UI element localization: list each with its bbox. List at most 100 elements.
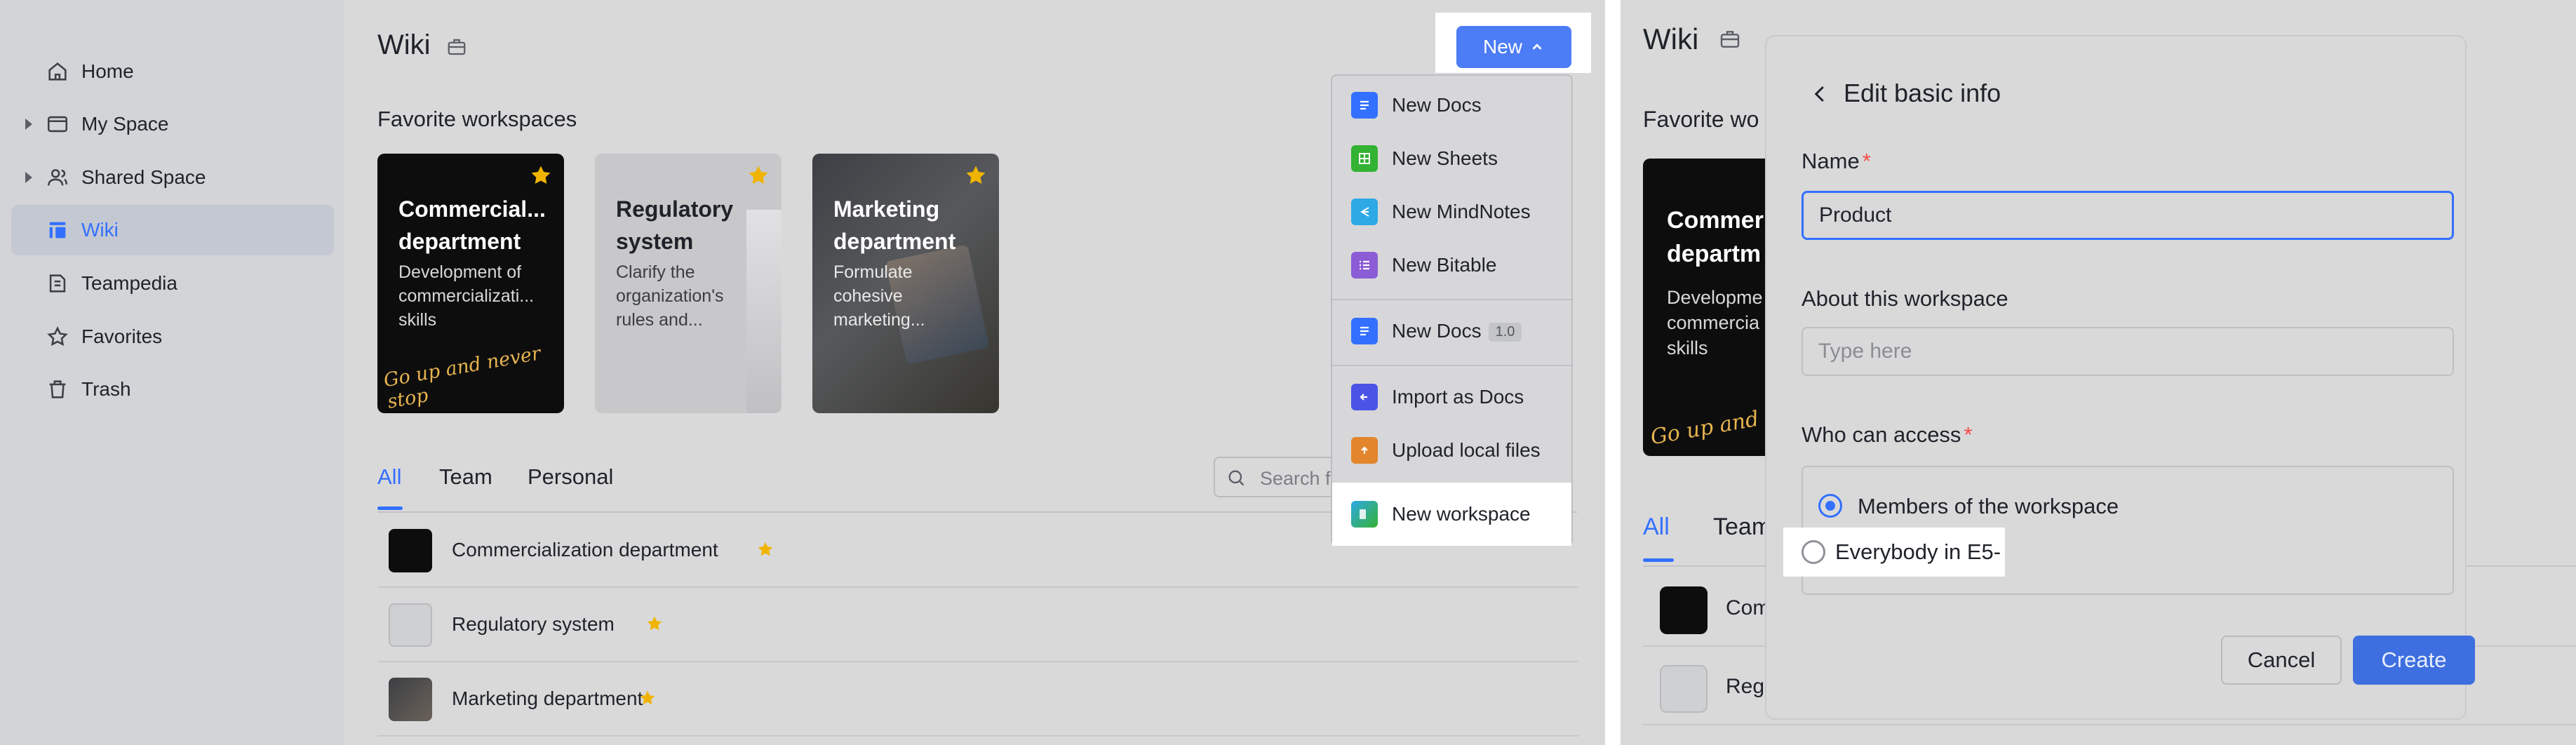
expand-caret-icon[interactable] [25,119,32,130]
card-description: Development of commercializati... skills [398,262,535,330]
star-icon[interactable] [638,689,657,707]
sidebar-item-label: Shared Space [81,166,206,188]
upload-icon [1351,437,1378,464]
tab-all[interactable]: All [1643,514,1670,541]
radio-everybody[interactable] [1802,540,1825,564]
sidebar-item-label: Wiki [81,219,119,241]
menu-item-label: New workspace [1392,503,1531,525]
workspace-icon [1351,501,1378,528]
menu-item-label: New Sheets [1392,147,1498,169]
row-name: Commercialization department [452,539,718,561]
favorites-section-title: Favorite workspaces [377,107,577,131]
back-arrow-icon[interactable] [1810,80,1831,108]
chevron-up-icon [1532,43,1542,50]
radio-members-of-workspace[interactable] [1818,494,1842,518]
option-highlight: Everybody in E5- [1783,528,2005,577]
option-label: Everybody in E5- [1835,539,2001,564]
about-label: About this workspace [1802,286,2008,311]
row-name: Marketing department [452,687,643,709]
new-button-highlight: New [1435,13,1591,73]
workspace-card-commercialization[interactable]: Commercial... department Development of co… [377,154,564,413]
menu-item-new-mindnotes[interactable]: New MindNotes [1332,185,1571,239]
search-placeholder: Search f [1260,468,1331,489]
menu-item-label: Upload local files [1392,439,1541,461]
row-name: Com [1726,596,1771,619]
edit-workspace-screen: Wiki Favorite wo Commer departm Developme… [1621,0,2576,745]
workspace-card-regulatory[interactable]: Regulatory system Clarify the organization… [595,154,781,413]
star-icon[interactable] [529,163,553,187]
sidebar-item-label: My Space [81,113,169,135]
sidebar-item-teampedia[interactable]: Teampedia [11,258,334,309]
new-dropdown-menu: New Docs New Sheets New MindNotes New Bi… [1331,74,1573,546]
about-field[interactable]: Type here [1802,327,2454,376]
briefcase-icon[interactable] [446,36,467,58]
card-cover-scribble: Go up and never stop [382,342,543,413]
version-badge: 1.0 [1488,323,1522,342]
card-description: Developme commercia skills [1667,287,1763,358]
menu-item-label: New Bitable [1392,254,1497,276]
name-label: Name * [1802,149,1871,173]
name-field[interactable]: Product [1802,191,2454,240]
sidebar-item-label: Favorites [81,325,163,347]
menu-item-label: New Docs 1.0 [1392,320,1522,342]
menu-item-import-as-docs[interactable]: Import as Docs [1332,370,1571,424]
workspace-thumbnail [389,603,432,647]
active-tab-indicator [377,506,403,510]
sidebar-item-trash[interactable]: Trash [11,364,334,415]
page-title: Wiki [377,29,431,60]
mindnotes-icon [1351,199,1378,225]
menu-divider [1332,365,1571,366]
expand-caret-icon[interactable] [25,172,32,183]
workspace-thumbnail [1660,665,1708,713]
menu-item-label: New MindNotes [1392,201,1531,222]
docs-icon [1351,92,1378,119]
menu-item-new-bitable[interactable]: New Bitable [1332,239,1571,292]
option-label: Members of the workspace [1858,494,2119,518]
wiki-app-screen: Home My Space Shared Space Wiki Teampedi… [0,0,1605,745]
create-button[interactable]: Create [2353,636,2475,685]
sheets-icon [1351,145,1378,172]
card-title: Regulatory system [616,196,734,254]
new-button-label: New [1482,36,1522,58]
import-icon [1351,384,1378,410]
card-title: Commercial... department [398,196,546,254]
home-icon [45,59,70,84]
sidebar-item-label: Trash [81,378,131,400]
tab-team[interactable]: Team [1713,514,1771,541]
tab-all[interactable]: All [377,464,401,490]
briefcase-icon[interactable] [1719,28,1741,51]
menu-item-upload-local-files[interactable]: Upload local files [1332,424,1571,477]
sidebar-item-shared-space[interactable]: Shared Space [11,152,334,203]
sidebar-item-home[interactable]: Home [11,46,334,97]
page-title: Wiki [1643,22,1699,55]
table-row[interactable]: Regulatory system [377,588,1578,662]
star-icon[interactable] [746,163,770,187]
sidebar-item-favorites[interactable]: Favorites [11,311,334,362]
tab-team[interactable]: Team [439,464,492,490]
docs-icon [1351,318,1378,344]
tab-personal[interactable]: Personal [528,464,613,490]
workspace-card-marketing[interactable]: Marketing department Formulate cohesive mar… [812,154,999,413]
sidebar-item-wiki[interactable]: Wiki [11,205,334,255]
star-icon[interactable] [756,540,774,558]
star-icon[interactable] [645,615,664,633]
cancel-button[interactable]: Cancel [2221,636,2342,685]
table-row[interactable]: Marketing department [377,662,1578,737]
card-description: Formulate cohesive marketing... [833,262,925,330]
trash-icon [45,377,70,402]
sidebar-item-my-space[interactable]: My Space [11,99,334,149]
sidebar-item-label: Teampedia [81,272,177,294]
workspace-thumbnail [1660,586,1708,634]
star-icon[interactable] [964,163,988,187]
menu-item-new-docs-1-0[interactable]: New Docs 1.0 [1332,304,1571,358]
access-label: Who can access * [1802,422,1973,447]
menu-item-new-docs[interactable]: New Docs [1332,79,1571,132]
menu-item-new-workspace[interactable]: New workspace [1332,483,1571,546]
panel-separator [1605,0,1621,745]
book-icon [45,271,70,296]
row-name: Regulatory system [452,613,615,635]
menu-item-new-sheets[interactable]: New Sheets [1332,132,1571,185]
card-description: Clarify the organization's rules and... [616,262,724,330]
new-button[interactable]: New [1456,26,1571,68]
dialog-title: Edit basic info [1844,79,2001,107]
